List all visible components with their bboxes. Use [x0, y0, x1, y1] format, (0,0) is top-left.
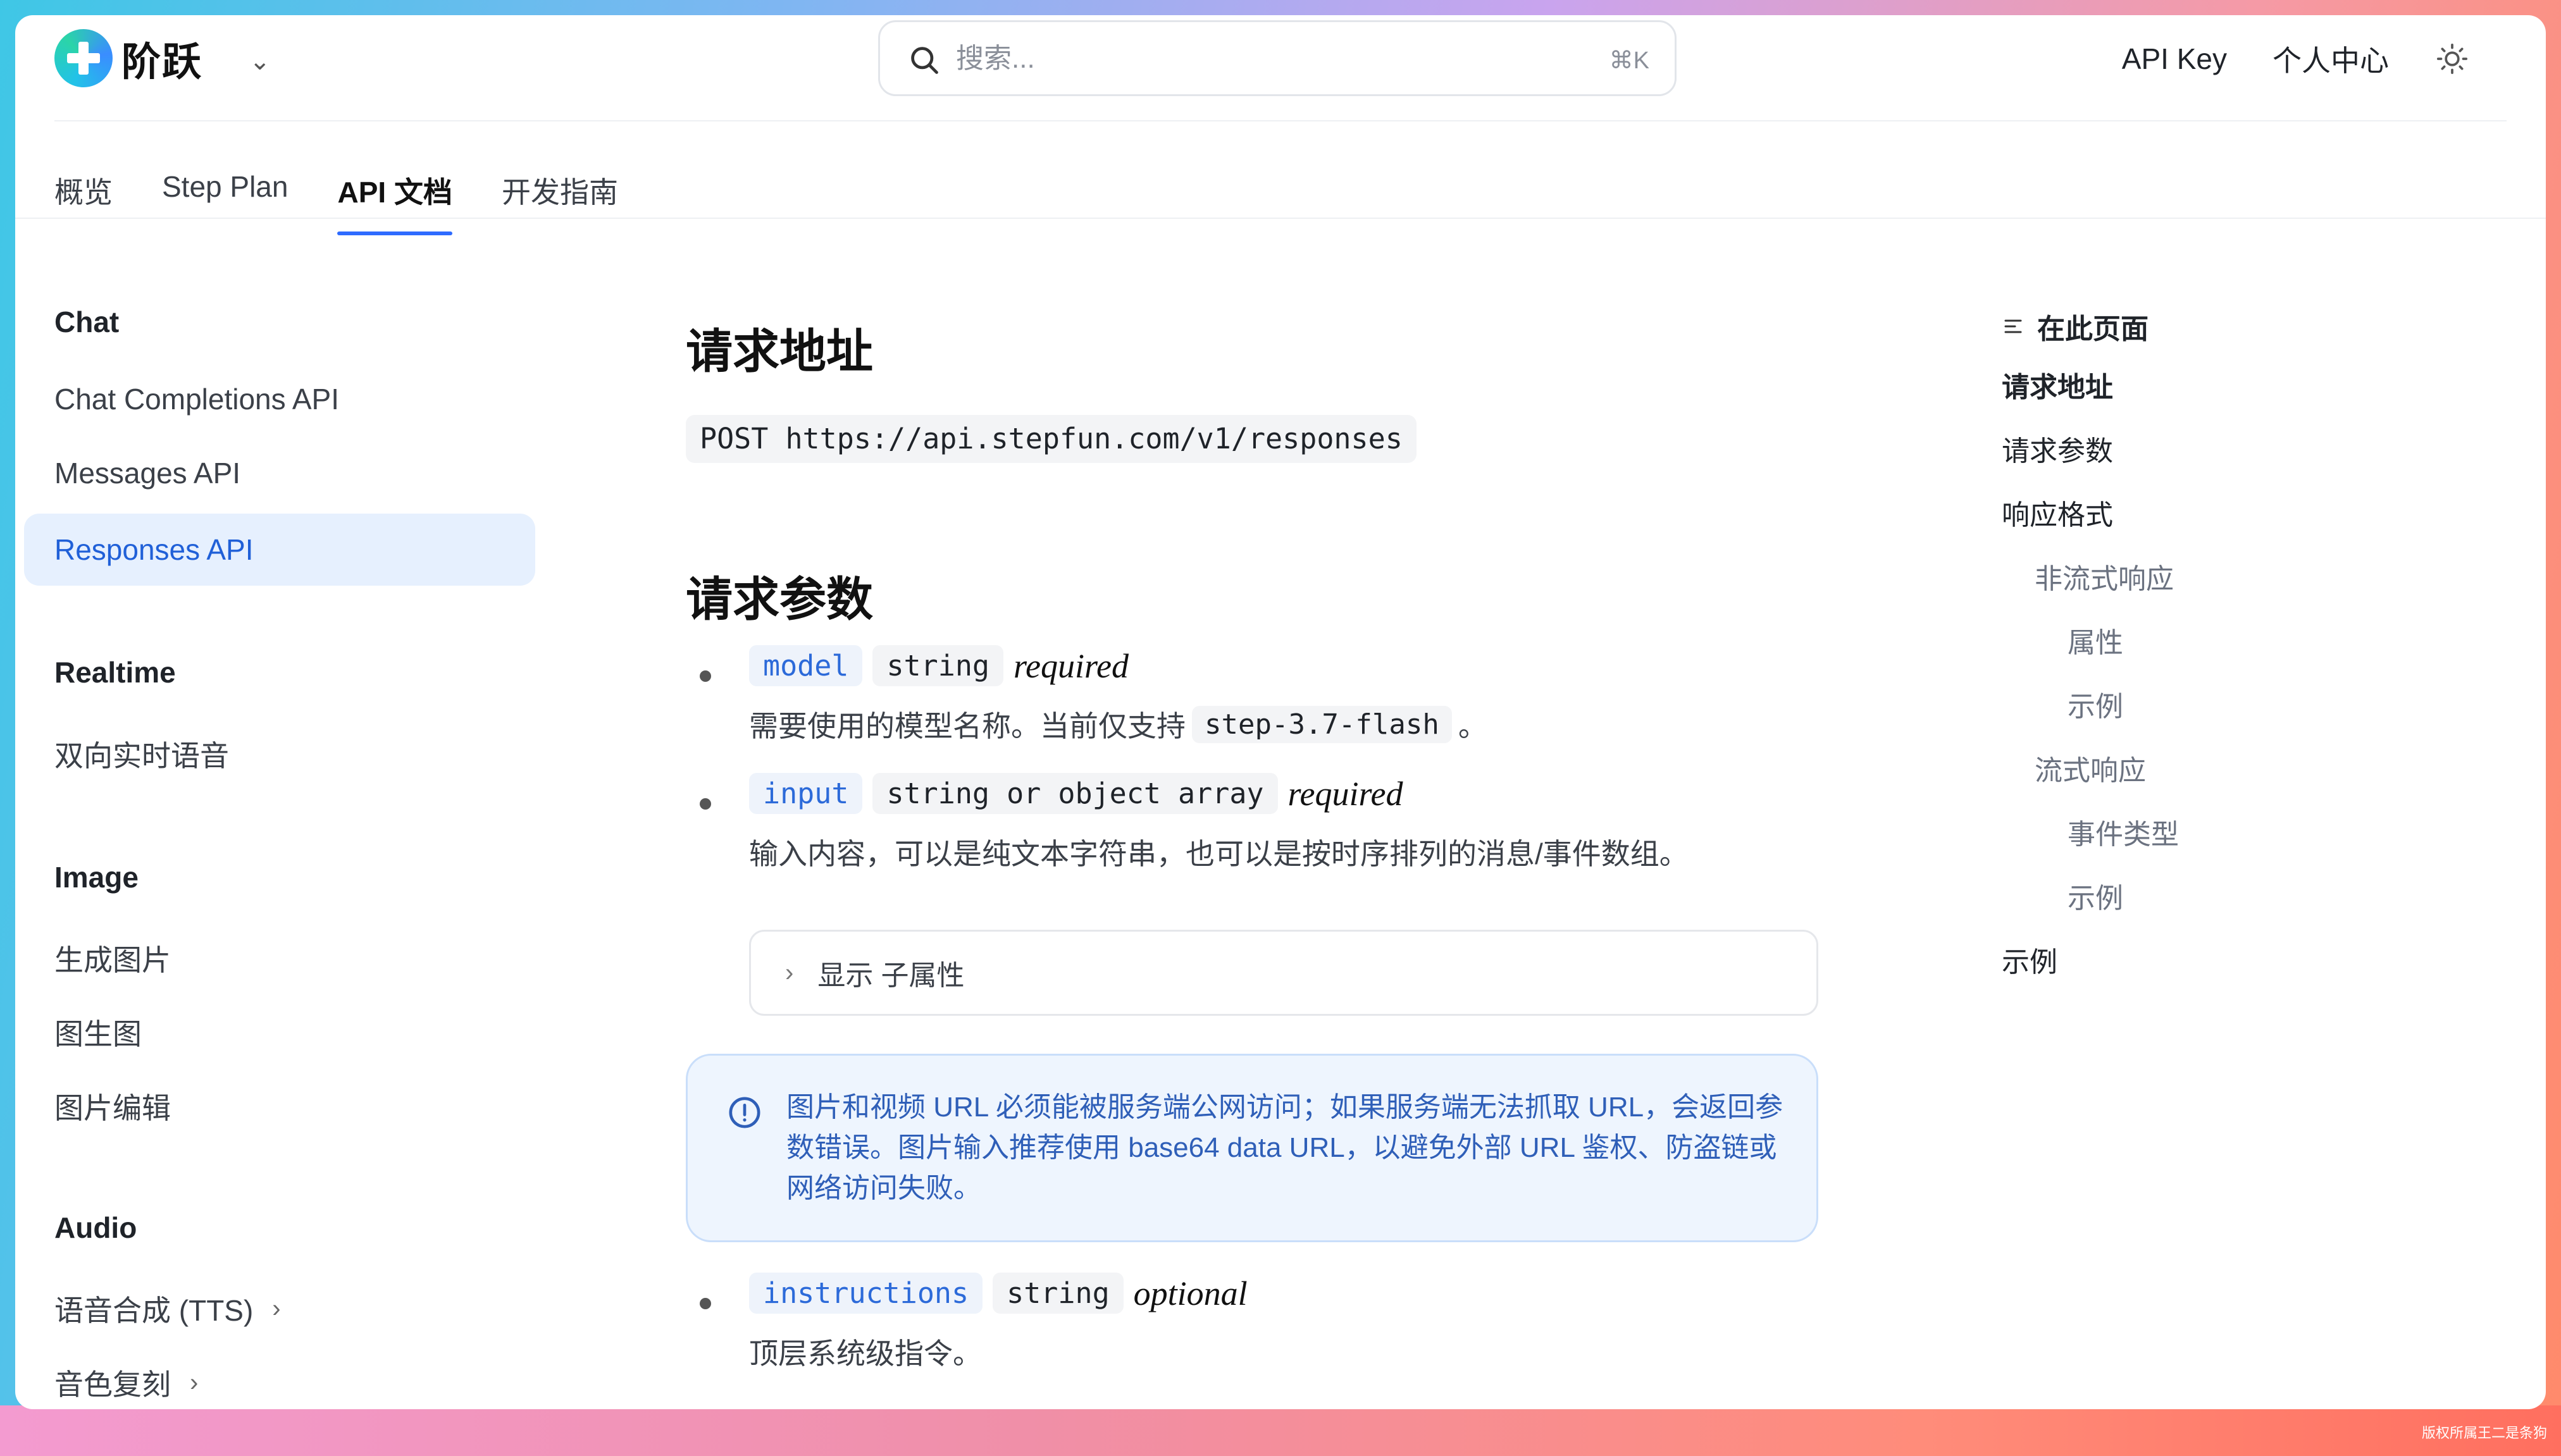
tab-step-plan[interactable]: Step Plan	[162, 139, 288, 234]
toc-item-event-types[interactable]: 事件类型	[2068, 811, 2179, 852]
toc-item-attributes[interactable]: 属性	[2068, 620, 2123, 660]
toc-item-examples[interactable]: 示例	[2002, 939, 2057, 980]
param-requirement: required	[1287, 774, 1403, 813]
sun-icon[interactable]	[2434, 41, 2470, 77]
header-divider	[54, 120, 2507, 121]
info-icon	[729, 1097, 760, 1128]
chevron-right-icon: ›	[785, 958, 794, 987]
toc-item-stream[interactable]: 流式响应	[2035, 748, 2146, 788]
chevron-down-icon[interactable]: ⌄	[249, 47, 271, 76]
sidebar-group-audio: Audio	[54, 1211, 137, 1244]
list-icon	[2004, 319, 2022, 333]
search-input[interactable]	[956, 39, 1525, 79]
watermark: 版权所属王二是条狗	[2421, 1425, 2547, 1441]
bullet	[700, 670, 711, 682]
sidebar-item-tts[interactable]: 语音合成 (TTS) ›	[54, 1288, 281, 1330]
toc-item-request-url[interactable]: 请求地址	[2002, 364, 2113, 405]
param-type: string	[993, 1273, 1124, 1314]
sidebar-item-label: 语音合成 (TTS)	[54, 1294, 254, 1327]
top-tabs: 概览 Step Plan API 文档 开发指南	[54, 139, 618, 235]
toc-item-example[interactable]: 示例	[2068, 875, 2123, 916]
sidebar-item-messages[interactable]: Messages API	[54, 456, 240, 490]
top-header: 阶跃 ⌄ ⌘K API Key 个人中心	[15, 15, 2546, 126]
background-gradient	[0, 1405, 2561, 1456]
tabs-divider	[15, 218, 2546, 219]
param-model: model string required	[749, 645, 1129, 686]
toc-item-request-params[interactable]: 请求参数	[2002, 428, 2113, 469]
param-name: model	[749, 645, 863, 686]
sidebar-item-realtime-voice[interactable]: 双向实时语音	[54, 733, 229, 775]
sidebar-group-realtime: Realtime	[54, 656, 176, 689]
sidebar-group-chat: Chat	[54, 305, 120, 338]
param-input: input string or object array required	[749, 773, 1403, 814]
param-description: 顶层系统级指令。	[749, 1331, 982, 1373]
toc-item-example[interactable]: 示例	[2068, 684, 2123, 724]
search-box[interactable]: ⌘K	[878, 20, 1677, 96]
param-name: instructions	[749, 1273, 983, 1314]
param-desc-text: 需要使用的模型名称。当前仅支持	[749, 710, 1186, 743]
param-requirement: required	[1014, 646, 1129, 685]
callout-text: 图片和视频 URL 必须能被服务端公网访问；如果服务端无法抓取 URL，会返回参…	[786, 1092, 1783, 1204]
stepfun-logo-icon	[54, 29, 113, 87]
sidebar-item-label: 音色复刻	[54, 1368, 171, 1401]
param-name: input	[749, 773, 863, 814]
toc-title: 在此页面	[2002, 306, 2149, 347]
sidebar-group-image: Image	[54, 861, 139, 894]
expander-label: 显示 子属性	[817, 960, 965, 991]
sidebar-item-responses[interactable]: Responses API	[24, 514, 535, 586]
sidebar-item-image-to-image[interactable]: 图生图	[54, 1011, 142, 1053]
brand-name: 阶跃	[121, 40, 203, 84]
sidebar-item-chat-completions[interactable]: Chat Completions API	[54, 382, 339, 416]
sidebar-item-voice-clone[interactable]: 音色复刻 ›	[54, 1362, 198, 1404]
sidebar-item-label: Messages API	[54, 457, 241, 490]
param-description: 需要使用的模型名称。当前仅支持 step-3.7-flash 。	[749, 703, 1487, 745]
brand-logo[interactable]: 阶跃	[54, 29, 202, 87]
toc-item-response-format[interactable]: 响应格式	[2002, 492, 2113, 533]
browser-window: 阶跃 ⌄ ⌘K API Key 个人中心	[15, 15, 2546, 1409]
param-requirement: optional	[1133, 1274, 1248, 1312]
bullet	[700, 798, 711, 810]
param-type: string	[872, 645, 1004, 686]
inline-code: step-3.7-flash	[1192, 705, 1452, 743]
endpoint-code: POST https://api.stepfun.com/v1/response…	[686, 415, 1417, 463]
personal-center-link[interactable]: 个人中心	[2273, 38, 2389, 80]
toc-title-text: 在此页面	[2037, 314, 2149, 345]
sidebar-item-image-edit[interactable]: 图片编辑	[54, 1085, 171, 1127]
show-child-attributes-toggle[interactable]: › 显示 子属性	[749, 930, 1818, 1016]
param-desc-text: 顶层系统级指令。	[749, 1337, 982, 1370]
tab-overview[interactable]: 概览	[54, 139, 113, 234]
heading-request-params: 请求参数	[686, 573, 873, 626]
search-shortcut: ⌘K	[1609, 47, 1649, 74]
tab-api-docs[interactable]: API 文档	[337, 139, 453, 235]
sidebar-item-label: 图生图	[54, 1018, 142, 1051]
param-description: 输入内容，可以是纯文本字符串，也可以是按时序排列的消息/事件数组。	[749, 831, 1689, 873]
heading-request-url: 请求地址	[686, 325, 873, 378]
sidebar-item-label: 图片编辑	[54, 1092, 171, 1125]
param-desc-text: 。	[1458, 710, 1487, 743]
param-instructions: instructions string optional	[749, 1273, 1248, 1314]
sidebar-item-label: Responses API	[54, 533, 254, 566]
sidebar-item-generate-image[interactable]: 生成图片	[54, 937, 171, 979]
sidebar-item-label: 生成图片	[54, 944, 171, 977]
sidebar-item-label: 双向实时语音	[54, 739, 229, 772]
sidebar-item-label: Chat Completions API	[54, 383, 340, 416]
header-nav: API Key 个人中心	[2122, 38, 2470, 80]
info-callout: 图片和视频 URL 必须能被服务端公网访问；如果服务端无法抓取 URL，会返回参…	[686, 1054, 1818, 1242]
bullet	[700, 1298, 711, 1309]
search-icon	[911, 47, 938, 74]
param-desc-text: 输入内容，可以是纯文本字符串，也可以是按时序排列的消息/事件数组。	[749, 837, 1689, 870]
chevron-right-icon: ›	[190, 1368, 199, 1397]
chevron-right-icon: ›	[272, 1294, 281, 1323]
param-type: string or object array	[872, 773, 1278, 814]
tab-dev-guide[interactable]: 开发指南	[502, 139, 618, 234]
toc-item-non-stream[interactable]: 非流式响应	[2035, 556, 2174, 596]
api-key-link[interactable]: API Key	[2122, 42, 2227, 76]
